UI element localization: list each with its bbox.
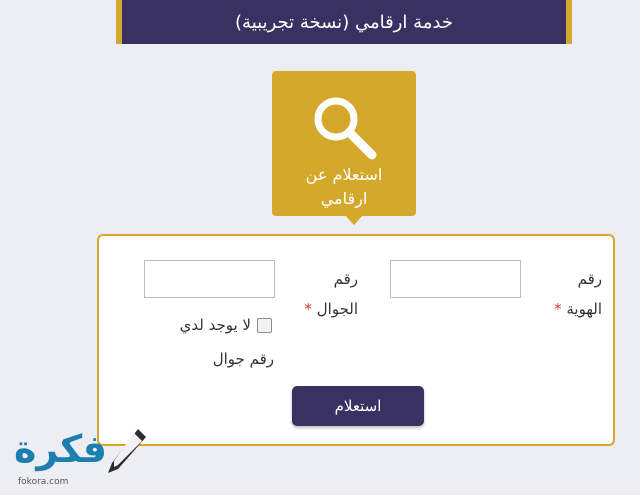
id-label-line2: الهوية * (520, 294, 602, 324)
no-mobile-checkbox-row[interactable]: لا يوجد لدي (150, 310, 272, 340)
tile-pointer (344, 214, 364, 225)
mobile-label-line2: الجوال * (276, 294, 358, 324)
submit-query-button[interactable]: استعلام (292, 386, 424, 426)
watermark-logo: فكرة fokora.com (4, 425, 154, 491)
query-service-tile[interactable]: استعلام عن ارقامي (272, 71, 416, 216)
mobile-number-input[interactable] (144, 260, 275, 298)
watermark-url: fokora.com (18, 477, 69, 487)
id-label-line1: رقم (577, 270, 602, 288)
no-mobile-checkbox[interactable] (257, 318, 272, 333)
id-label-word: الهوية (566, 300, 602, 318)
search-icon (314, 97, 377, 160)
required-mark: * (554, 300, 562, 318)
mobile-label-line1: رقم (333, 270, 358, 288)
watermark-text: فكرة (14, 427, 108, 471)
no-mobile-label-line2: رقم جوال (212, 350, 274, 368)
id-number-input[interactable] (390, 260, 521, 298)
required-mark: * (304, 300, 312, 318)
page-title: خدمة ارقامي (نسخة تجريبية) (235, 11, 453, 33)
mobile-label-word: الجوال (316, 300, 358, 318)
tile-label: استعلام عن ارقامي (305, 165, 383, 208)
pencil-icon (108, 429, 146, 473)
page-title-bar: خدمة ارقامي (نسخة تجريبية) (116, 0, 572, 44)
no-mobile-label-line1: لا يوجد لدي (179, 316, 251, 334)
